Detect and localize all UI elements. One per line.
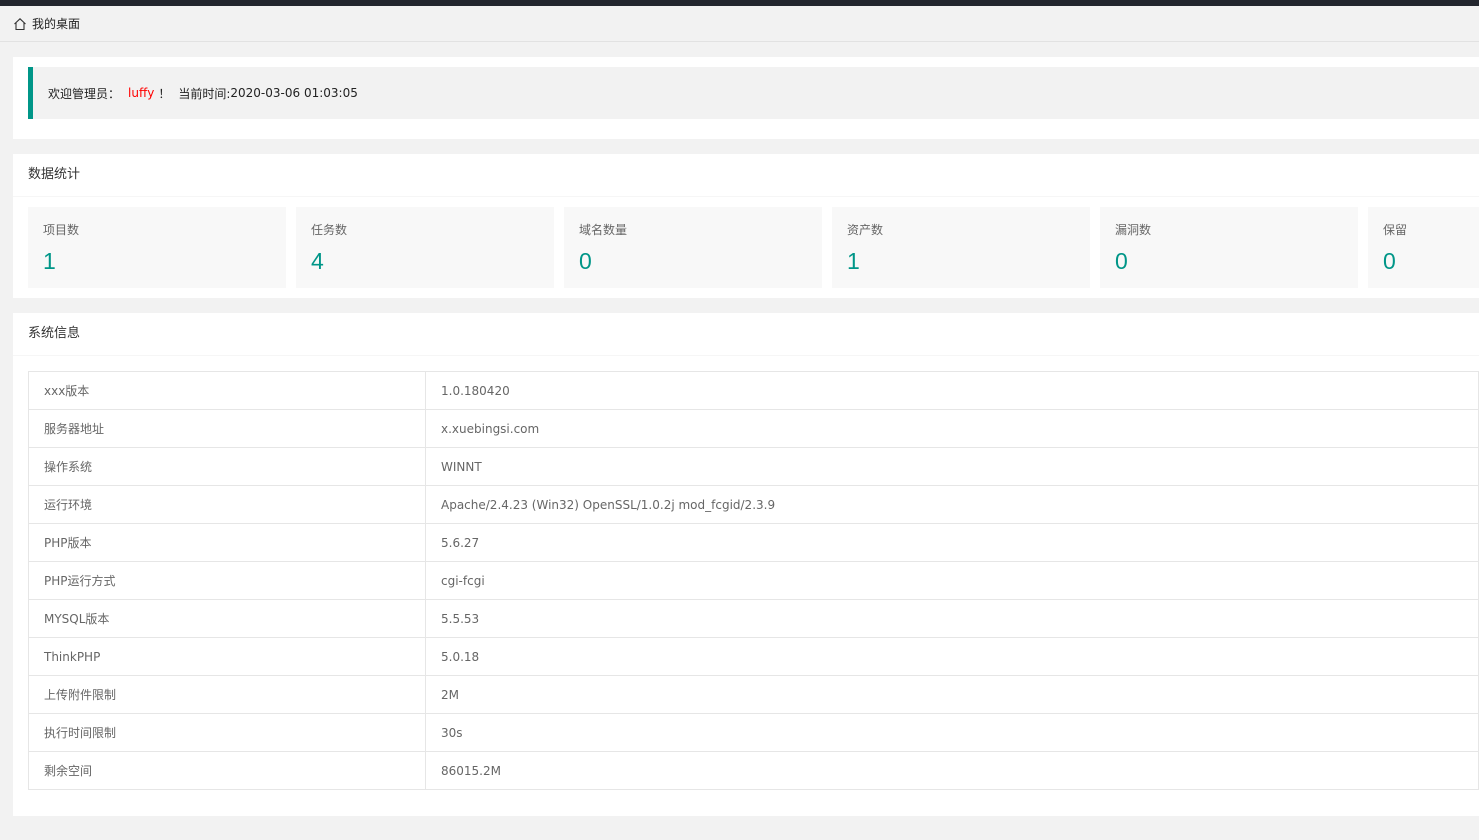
home-icon[interactable] <box>13 17 27 31</box>
table-row: PHP版本 5.6.27 <box>28 523 1479 562</box>
system-info-title: 系统信息 <box>13 313 1479 356</box>
info-value: Apache/2.4.23 (Win32) OpenSSL/1.0.2j mod… <box>425 485 1479 524</box>
current-time-label: 当前时间: <box>178 86 231 101</box>
stat-item[interactable]: 资产数 1 <box>832 207 1090 288</box>
info-key: 剩余空间 <box>28 751 426 790</box>
info-key: ThinkPHP <box>28 637 426 676</box>
stat-label: 漏洞数 <box>1115 223 1152 237</box>
info-value: 5.6.27 <box>425 523 1479 562</box>
info-key: 服务器地址 <box>28 409 426 448</box>
info-key: xxx版本 <box>28 371 426 410</box>
stat-label: 资产数 <box>847 223 884 237</box>
table-row: MYSQL版本 5.5.53 <box>28 599 1479 638</box>
system-info-table: xxx版本 1.0.180420 服务器地址 x.xuebingsi.com 操作系… <box>28 371 1479 790</box>
info-value: 5.0.18 <box>425 637 1479 676</box>
info-value: 5.5.53 <box>425 599 1479 638</box>
welcome-message: 欢迎管理员： luffy ！ 当前时间: 2020-03-06 01:03:05 <box>28 67 1479 119</box>
breadcrumb: 我的桌面 <box>0 6 1479 42</box>
info-value: cgi-fcgi <box>425 561 1479 600</box>
stat-item[interactable]: 任务数 4 <box>296 207 554 288</box>
table-row: 服务器地址 x.xuebingsi.com <box>28 409 1479 448</box>
breadcrumb-title[interactable]: 我的桌面 <box>32 15 80 32</box>
stat-value: 0 <box>1383 248 1396 274</box>
stat-value: 1 <box>43 248 56 274</box>
table-row: xxx版本 1.0.180420 <box>28 371 1479 410</box>
stat-label: 项目数 <box>43 223 80 237</box>
info-value: 86015.2M <box>425 751 1479 790</box>
welcome-suffix: ！ <box>158 86 171 101</box>
info-key: 上传附件限制 <box>28 675 426 714</box>
table-row: 剩余空间 86015.2M <box>28 751 1479 790</box>
stat-item[interactable]: 项目数 1 <box>28 207 286 288</box>
info-value: 30s <box>425 713 1479 752</box>
info-key: 执行时间限制 <box>28 713 426 752</box>
stat-value: 0 <box>579 248 592 274</box>
table-row: ThinkPHP 5.0.18 <box>28 637 1479 676</box>
table-row: 运行环境 Apache/2.4.23 (Win32) OpenSSL/1.0.2j… <box>28 485 1479 524</box>
info-key: MYSQL版本 <box>28 599 426 638</box>
info-value: WINNT <box>425 447 1479 486</box>
table-row: 操作系统 WINNT <box>28 447 1479 486</box>
stat-item[interactable]: 保留 0 <box>1368 207 1479 288</box>
stats-title: 数据统计 <box>13 154 1479 197</box>
table-row: 上传附件限制 2M <box>28 675 1479 714</box>
stats-row: 项目数 1 任务数 4 域名数量 0 资产数 1 漏洞数 0 保留 0 <box>28 207 1479 288</box>
info-value: x.xuebingsi.com <box>425 409 1479 448</box>
stat-item[interactable]: 域名数量 0 <box>564 207 822 288</box>
info-value: 1.0.180420 <box>425 371 1479 410</box>
admin-username: luffy <box>128 86 155 100</box>
welcome-prefix: 欢迎管理员： <box>48 86 121 101</box>
info-key: PHP运行方式 <box>28 561 426 600</box>
welcome-card: 欢迎管理员： luffy ！ 当前时间: 2020-03-06 01:03:05 <box>13 57 1479 139</box>
info-key: 操作系统 <box>28 447 426 486</box>
stat-label: 任务数 <box>311 223 348 237</box>
current-time: 2020-03-06 01:03:05 <box>230 86 358 100</box>
table-row: 执行时间限制 30s <box>28 713 1479 752</box>
stat-value: 0 <box>1115 248 1128 274</box>
stats-card: 数据统计 项目数 1 任务数 4 域名数量 0 资产数 1 漏洞数 0 保留 0 <box>13 154 1479 298</box>
info-key: 运行环境 <box>28 485 426 524</box>
stat-label: 域名数量 <box>579 223 628 237</box>
table-row: PHP运行方式 cgi-fcgi <box>28 561 1479 600</box>
stat-label: 保留 <box>1383 223 1408 237</box>
stat-value: 4 <box>311 248 324 274</box>
stat-value: 1 <box>847 248 860 274</box>
system-info-card: 系统信息 xxx版本 1.0.180420 服务器地址 x.xuebingsi.co… <box>13 313 1479 816</box>
stat-item[interactable]: 漏洞数 0 <box>1100 207 1358 288</box>
info-value: 2M <box>425 675 1479 714</box>
info-key: PHP版本 <box>28 523 426 562</box>
